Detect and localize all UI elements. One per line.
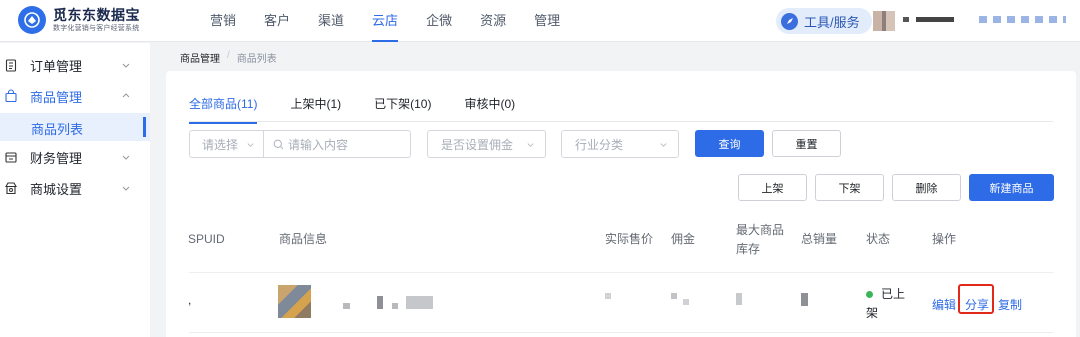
finance-icon — [5, 152, 17, 163]
cell-price — [605, 293, 611, 299]
status-badge: 已上架 — [866, 285, 914, 323]
main-nav: 营销 客户 渠道 云店 企微 资源 管理 — [196, 0, 574, 42]
chevron-down-icon — [122, 155, 130, 160]
chevron-down-icon — [122, 186, 130, 191]
reset-button[interactable]: 重置 — [772, 130, 841, 157]
nav-item-wecom[interactable]: 企微 — [412, 0, 466, 42]
product-name — [377, 296, 383, 309]
tab-listed[interactable]: 上架中(1) — [290, 95, 341, 124]
table-header-divider — [189, 272, 1053, 273]
sidebar-item-products[interactable]: 商品管理 — [0, 82, 150, 110]
clipboard-icon — [5, 59, 17, 72]
logo-title: 觅东东数据宝 — [53, 7, 140, 23]
column-header-total-sales: 总销量 — [801, 232, 838, 246]
sidebar-item-label: 商城设置 — [30, 181, 83, 197]
cell-total-sales — [801, 293, 808, 306]
search-input[interactable]: 请输入内容 — [263, 130, 411, 158]
table-row-divider — [189, 332, 1053, 333]
column-header-price: 实际售价 — [605, 232, 654, 246]
status-tabs: 全部商品(11) 上架中(1) 已下架(10) 审核中(0) — [189, 95, 548, 124]
breadcrumb: 商品管理 / 商品列表 — [180, 50, 277, 65]
product-name — [406, 296, 433, 309]
tabs-divider — [189, 121, 1053, 122]
sidebar-item-shop-settings[interactable]: 商城设置 — [0, 174, 150, 202]
tab-delisted[interactable]: 已下架(10) — [374, 95, 431, 124]
select-placeholder: 请选择 — [202, 137, 239, 152]
chevron-up-icon — [122, 93, 130, 98]
nav-item-resources[interactable]: 资源 — [466, 0, 520, 42]
new-product-button[interactable]: 新建商品 — [969, 174, 1054, 201]
list-on-button[interactable]: 上架 — [738, 174, 807, 201]
top-navigation-bar: 觅东东数据宝 数字化营销与客户经营系统 营销 客户 渠道 云店 企微 资源 管理… — [0, 0, 1080, 42]
share-link[interactable]: 分享 — [965, 296, 989, 313]
chevron-down-icon — [527, 142, 534, 147]
sidebar-item-product-list[interactable]: 商品列表 — [0, 113, 150, 141]
nav-item-management[interactable]: 管理 — [520, 0, 574, 42]
commission-select[interactable]: 是否设置佣金 — [427, 130, 546, 158]
sidebar: 订单管理 商品管理 商品列表 财务管理 商城设置 — [0, 43, 150, 337]
column-header-commission: 佣金 — [671, 232, 696, 246]
logo-icon — [18, 6, 46, 34]
product-list-panel: 全部商品(11) 上架中(1) 已下架(10) 审核中(0) 请选择 请输入内容… — [166, 71, 1076, 337]
nav-item-marketing[interactable]: 营销 — [196, 0, 250, 42]
query-button[interactable]: 查询 — [695, 130, 764, 157]
edit-link[interactable]: 编辑 — [932, 296, 956, 313]
breadcrumb-separator: / — [227, 50, 230, 61]
cell-max-stock — [736, 293, 742, 305]
nav-item-channels[interactable]: 渠道 — [304, 0, 358, 42]
search-icon — [273, 139, 284, 149]
search-type-select[interactable]: 请选择 — [189, 130, 264, 158]
cell-commission — [683, 299, 689, 305]
tab-all-products[interactable]: 全部商品(11) — [189, 95, 258, 124]
industry-placeholder: 行业分类 — [575, 137, 624, 152]
sidebar-item-label: 财务管理 — [30, 150, 83, 166]
product-thumbnail — [278, 285, 311, 318]
chevron-down-icon — [247, 142, 254, 147]
logo[interactable]: 觅东东数据宝 数字化营销与客户经营系统 — [18, 6, 140, 34]
tools-services-button[interactable]: 工具/服务 — [776, 8, 872, 34]
compass-icon — [781, 12, 798, 30]
sidebar-item-label: 商品管理 — [30, 89, 83, 105]
nav-item-customers[interactable]: 客户 — [250, 0, 304, 42]
sidebar-item-label: 订单管理 — [30, 58, 83, 74]
industry-select[interactable]: 行业分类 — [561, 130, 679, 158]
breadcrumb-item-product-list: 商品列表 — [236, 54, 277, 65]
cell-spuid: , — [188, 293, 192, 307]
account-info[interactable] — [979, 16, 1066, 23]
search-placeholder: 请输入内容 — [288, 137, 349, 152]
column-header-operations: 操作 — [932, 232, 957, 246]
tools-services-label: 工具/服务 — [804, 14, 860, 30]
product-name — [343, 303, 350, 309]
shopping-bag-icon — [5, 89, 17, 103]
column-header-max-stock: 最大商品库存 — [736, 223, 785, 256]
shop-settings-icon — [5, 182, 17, 195]
user-name — [903, 17, 909, 22]
cell-commission — [671, 293, 677, 299]
sidebar-item-orders[interactable]: 订单管理 — [0, 51, 150, 79]
breadcrumb-item-products[interactable]: 商品管理 — [180, 50, 220, 65]
column-header-product-info: 商品信息 — [279, 232, 328, 246]
list-off-button[interactable]: 下架 — [815, 174, 884, 201]
column-header-spuid: SPUID — [188, 232, 225, 246]
commission-placeholder: 是否设置佣金 — [441, 137, 514, 152]
product-name — [392, 303, 398, 309]
delete-button[interactable]: 删除 — [892, 174, 961, 201]
status-dot — [866, 291, 873, 299]
sidebar-item-label: 商品列表 — [31, 122, 84, 137]
copy-link[interactable]: 复制 — [998, 296, 1022, 313]
chevron-down-icon — [660, 142, 667, 147]
logo-subtitle: 数字化营销与客户经营系统 — [53, 25, 140, 32]
chevron-down-icon — [122, 63, 130, 68]
sidebar-item-finance[interactable]: 财务管理 — [0, 143, 150, 171]
user-avatar[interactable] — [873, 11, 895, 31]
nav-item-cloud-store[interactable]: 云店 — [358, 0, 412, 42]
user-name-extra — [916, 17, 954, 22]
column-header-status: 状态 — [866, 232, 891, 246]
tab-under-review[interactable]: 审核中(0) — [464, 95, 515, 124]
